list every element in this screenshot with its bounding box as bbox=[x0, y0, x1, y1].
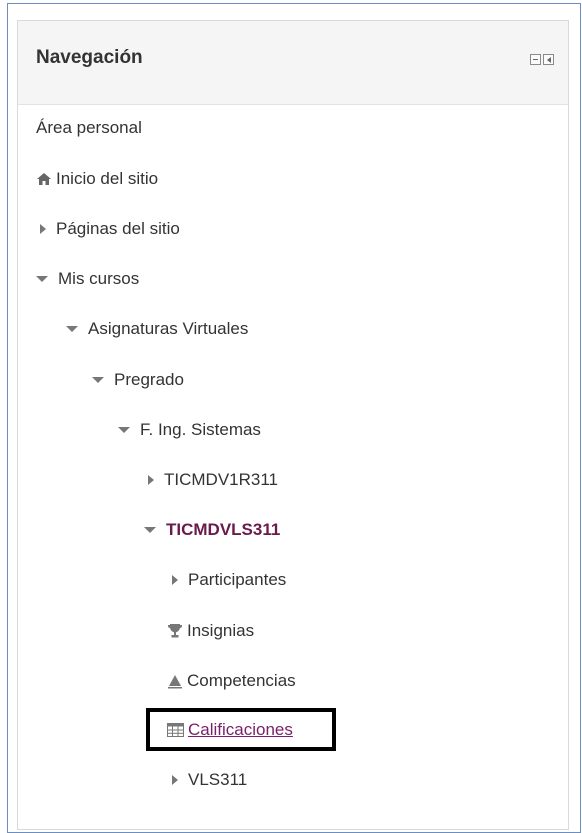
trophy-icon bbox=[167, 623, 183, 639]
competency-icon bbox=[167, 673, 183, 689]
nav-item-mis-cursos[interactable]: Mis cursos bbox=[36, 267, 139, 291]
nav-item-label: TICMDV1R311 bbox=[164, 470, 278, 489]
nav-item-f-ing-sistemas[interactable]: F. Ing. Sistemas bbox=[118, 418, 261, 442]
nav-item-asignaturas-virtuales[interactable]: Asignaturas Virtuales bbox=[66, 317, 248, 341]
nav-item-ticmdvls311[interactable]: TICMDVLS311 bbox=[144, 518, 280, 542]
nav-item-vls311[interactable]: VLS311 bbox=[170, 768, 247, 792]
nav-item-label: Páginas del sitio bbox=[56, 219, 180, 238]
nav-item-label: TICMDVLS311 bbox=[166, 520, 281, 539]
nav-item-paginas-del-sitio[interactable]: Páginas del sitio bbox=[38, 217, 180, 241]
highlight-box bbox=[146, 708, 336, 751]
nav-item-label: Área personal bbox=[36, 118, 142, 137]
nav-item-pregrado[interactable]: Pregrado bbox=[92, 368, 184, 392]
chevron-down-icon bbox=[66, 326, 78, 332]
nav-item-label: F. Ing. Sistemas bbox=[140, 420, 261, 439]
nav-item-area-personal[interactable]: Área personal bbox=[36, 116, 142, 140]
nav-item-label: Competencias bbox=[187, 671, 296, 690]
home-icon bbox=[36, 172, 52, 186]
block-controls bbox=[530, 54, 554, 65]
nav-item-label: Insignias bbox=[187, 621, 255, 640]
chevron-down-icon bbox=[118, 427, 130, 433]
chevron-right-icon bbox=[172, 575, 178, 585]
block-header: Navegación bbox=[18, 21, 568, 105]
nav-item-competencias[interactable]: Competencias bbox=[167, 669, 296, 693]
nav-item-label: Participantes bbox=[188, 570, 287, 589]
nav-item-label: Asignaturas Virtuales bbox=[88, 319, 249, 338]
block-title: Navegación bbox=[36, 47, 143, 68]
chevron-right-icon bbox=[172, 775, 178, 785]
nav-item-label: Inicio del sitio bbox=[56, 169, 159, 188]
nav-item-insignias[interactable]: Insignias bbox=[167, 619, 254, 643]
dock-icon[interactable] bbox=[543, 54, 554, 65]
nav-item-label: Mis cursos bbox=[58, 269, 140, 288]
nav-item-label: VLS311 bbox=[188, 770, 248, 789]
nav-item-label: Pregrado bbox=[114, 370, 184, 389]
chevron-down-icon bbox=[144, 527, 156, 533]
nav-item-participantes[interactable]: Participantes bbox=[170, 568, 286, 592]
minimize-icon[interactable] bbox=[530, 54, 541, 65]
chevron-down-icon bbox=[92, 377, 104, 383]
chevron-down-icon bbox=[36, 276, 48, 282]
chevron-right-icon bbox=[148, 475, 154, 485]
nav-item-ticmdv1r311[interactable]: TICMDV1R311 bbox=[146, 468, 278, 492]
chevron-right-icon bbox=[40, 224, 46, 234]
nav-item-inicio-del-sitio[interactable]: Inicio del sitio bbox=[36, 167, 158, 191]
